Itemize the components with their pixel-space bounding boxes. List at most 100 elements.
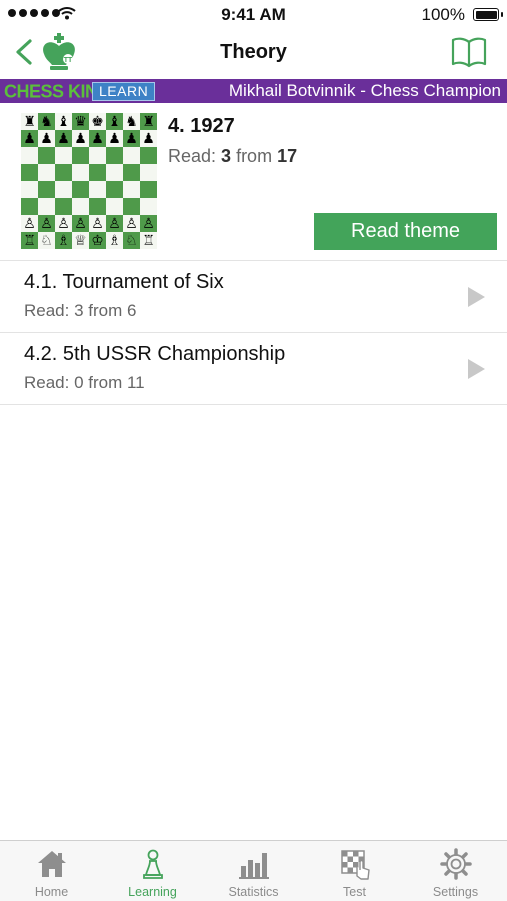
- board-square: ♗: [106, 232, 123, 249]
- theme-read-count: 3: [221, 146, 232, 166]
- board-square: [106, 181, 123, 198]
- board-square: ♛: [72, 113, 89, 130]
- board-square: ♖: [21, 232, 38, 249]
- board-square: ♙: [140, 215, 157, 232]
- board-square: [55, 181, 72, 198]
- board-square: ♙: [38, 215, 55, 232]
- gear-icon: [439, 848, 472, 880]
- play-arrow-icon: [468, 287, 485, 307]
- board-square: ♞: [38, 113, 55, 130]
- course-banner: CHESS KING LEARN Mikhail Botvinnik - Che…: [0, 79, 507, 103]
- board-square: [21, 164, 38, 181]
- board-square: ♟: [123, 130, 140, 147]
- navigation-bar: TT Theory: [0, 28, 507, 78]
- board-square: [55, 198, 72, 215]
- theme-title: 4. 1927: [168, 115, 235, 137]
- board-square: [38, 181, 55, 198]
- theme-read-mid: from: [231, 146, 278, 166]
- chapter-row[interactable]: 4.2. 5th USSR Championship Read: 0 from …: [0, 333, 507, 405]
- board-square: ♟: [106, 130, 123, 147]
- board-square: ♟: [55, 130, 72, 147]
- theme-progress: Read: 3 from 17: [168, 146, 297, 167]
- tab-label: Learning: [128, 885, 177, 899]
- tab-bar: Home Learning Statistics Test Settings: [0, 840, 507, 901]
- board-square: [89, 164, 106, 181]
- battery-icon: [473, 8, 503, 21]
- tab-label: Home: [34, 885, 69, 899]
- board-square: [106, 147, 123, 164]
- chessboard-hand-icon: [340, 850, 370, 880]
- chapter-title: 4.1. Tournament of Six: [24, 271, 224, 293]
- battery-percent: 100%: [421, 5, 465, 24]
- board-square: ♟: [89, 130, 106, 147]
- board-square: [89, 181, 106, 198]
- chess-king-logo-icon: TT: [43, 33, 75, 70]
- bar-chart-icon: [238, 853, 269, 879]
- board-square: [21, 198, 38, 215]
- open-book-icon[interactable]: [451, 36, 487, 68]
- learn-badge: LEARN: [92, 82, 156, 101]
- board-square: ♜: [140, 113, 157, 130]
- board-square: ♘: [38, 232, 55, 249]
- tab-label: Test: [343, 885, 366, 899]
- board-square: ♙: [21, 215, 38, 232]
- theme-card: ♜ ♞ ♝ ♛ ♚ ♝ ♞ ♜ ♟ ♟ ♟ ♟ ♟ ♟ ♟ ♟ ♙ ♙ ♙ ♙ ♙ ♙ ♙ ♙ ♖ ♘ ♗ ♕ ♔ ♗ ♘ ♖ 4. 1927…: [0, 103, 507, 261]
- chapter-row[interactable]: 4.1. Tournament of Six Read: 3 from 6: [0, 261, 507, 333]
- chapter-title: 4.2. 5th USSR Championship: [24, 343, 286, 365]
- read-theme-button[interactable]: Read theme: [314, 213, 497, 250]
- board-square: [72, 164, 89, 181]
- board-square: [106, 198, 123, 215]
- board-square: ♔: [89, 232, 106, 249]
- tab-label: Statistics: [228, 885, 279, 899]
- board-square: ♙: [106, 215, 123, 232]
- board-square: [38, 147, 55, 164]
- course-title: Mikhail Botvinnik - Chess Champion: [228, 81, 501, 100]
- board-square: [123, 147, 140, 164]
- board-square: ♙: [123, 215, 140, 232]
- tab-label: Settings: [432, 885, 479, 899]
- board-square: ♚: [89, 113, 106, 130]
- back-chevron-icon[interactable]: [12, 38, 36, 66]
- play-arrow-icon: [468, 359, 485, 379]
- board-square: [140, 198, 157, 215]
- tab-statistics[interactable]: Statistics: [203, 841, 304, 901]
- board-square: [72, 181, 89, 198]
- board-square: [89, 198, 106, 215]
- board-square: ♗: [55, 232, 72, 249]
- theme-read-total: 17: [277, 146, 298, 166]
- board-square: [140, 181, 157, 198]
- board-square: ♟: [38, 130, 55, 147]
- board-square: [140, 147, 157, 164]
- chapter-progress: Read: 0 from 11: [24, 373, 145, 392]
- board-square: ♕: [72, 232, 89, 249]
- board-square: [21, 181, 38, 198]
- status-bar: 9:41 AM 100%: [0, 0, 507, 28]
- chessboard-thumbnail: ♜ ♞ ♝ ♛ ♚ ♝ ♞ ♜ ♟ ♟ ♟ ♟ ♟ ♟ ♟ ♟ ♙ ♙ ♙ ♙ ♙ ♙ ♙ ♙ ♖ ♘ ♗ ♕ ♔ ♗ ♘ ♖: [21, 113, 157, 249]
- board-square: [38, 164, 55, 181]
- board-square: [72, 198, 89, 215]
- board-square: ♟: [140, 130, 157, 147]
- board-square: [123, 164, 140, 181]
- board-square: ♝: [55, 113, 72, 130]
- board-square: ♖: [140, 232, 157, 249]
- svg-text:TT: TT: [64, 57, 73, 64]
- board-square: ♙: [72, 215, 89, 232]
- board-square: [55, 147, 72, 164]
- tab-learning[interactable]: Learning: [102, 841, 203, 901]
- board-square: [89, 147, 106, 164]
- board-square: ♞: [123, 113, 140, 130]
- board-square: ♟: [72, 130, 89, 147]
- theme-read-prefix: Read:: [168, 146, 222, 166]
- board-square: [123, 198, 140, 215]
- board-square: [140, 164, 157, 181]
- board-square: ♘: [123, 232, 140, 249]
- board-square: [21, 147, 38, 164]
- home-icon: [37, 851, 66, 877]
- board-square: ♟: [21, 130, 38, 147]
- board-square: ♝: [106, 113, 123, 130]
- board-square: [123, 181, 140, 198]
- tab-home[interactable]: Home: [1, 841, 102, 901]
- tab-settings[interactable]: Settings: [405, 841, 506, 901]
- board-square: [38, 198, 55, 215]
- tab-test[interactable]: Test: [304, 841, 405, 901]
